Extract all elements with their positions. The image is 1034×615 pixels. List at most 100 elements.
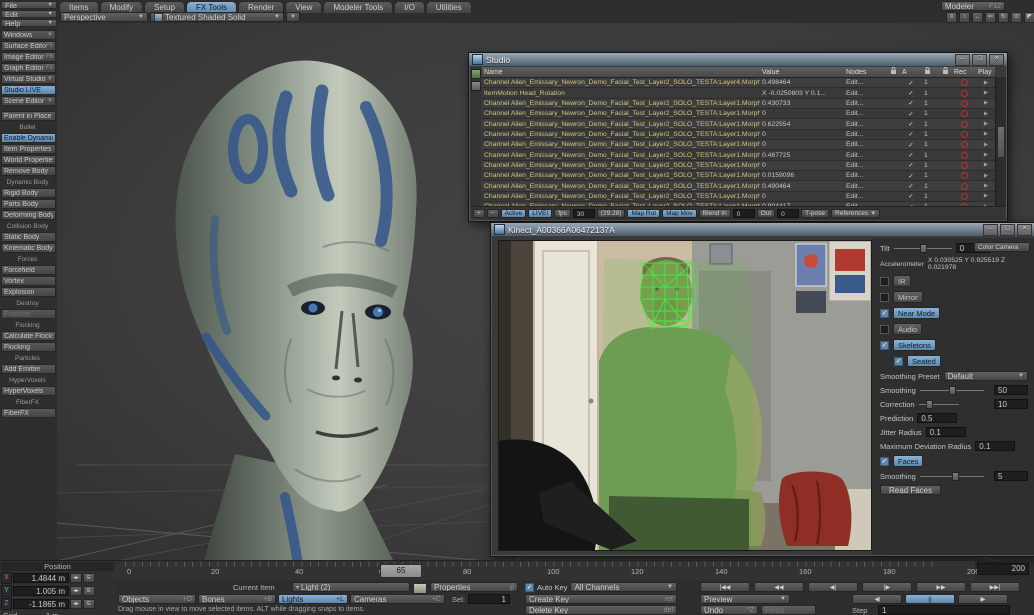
back-icon[interactable]: ← bbox=[972, 12, 983, 23]
maximize-button[interactable]: □ bbox=[1000, 224, 1015, 236]
edit-menu[interactable]: Edit▼ bbox=[1, 10, 57, 18]
nodes-edit-button[interactable]: Edit... bbox=[844, 110, 888, 117]
nodes-edit-button[interactable]: Edit... bbox=[844, 131, 888, 138]
sidebar-item-world-properties[interactable]: World Properties bbox=[1, 155, 56, 165]
record-icon[interactable] bbox=[961, 131, 968, 138]
sidebar-item-graph-editor[interactable]: Graph EditorF2 bbox=[1, 63, 56, 73]
sidebar-item-item-properties[interactable]: Item Properties bbox=[1, 144, 56, 154]
record-icon[interactable] bbox=[961, 162, 968, 169]
tab-utilities[interactable]: Utilities bbox=[426, 1, 472, 13]
select-cursor-icon[interactable]: ◤ bbox=[1024, 12, 1034, 23]
audio-toggle[interactable]: Audio bbox=[893, 323, 922, 335]
play-cell[interactable]: ▶ bbox=[976, 100, 996, 106]
tilt-slider[interactable] bbox=[894, 244, 952, 253]
scrollbar-thumb[interactable] bbox=[997, 126, 1005, 158]
play-icon[interactable]: ▶ bbox=[978, 193, 994, 199]
sidebar-item-flocking[interactable]: Flocking bbox=[1, 342, 56, 352]
ir-toggle[interactable]: IR bbox=[893, 275, 911, 287]
record-icon[interactable] bbox=[961, 172, 968, 179]
record-cell[interactable] bbox=[952, 79, 976, 86]
play-icon[interactable]: ▶ bbox=[978, 111, 994, 117]
play-icon[interactable]: ▶ bbox=[978, 100, 994, 106]
alien-head-model[interactable] bbox=[85, 39, 515, 564]
sidebar-item-surface-editor[interactable]: Surface EditorF5 bbox=[1, 41, 56, 51]
frame-slider-handle[interactable]: 65 bbox=[380, 564, 422, 578]
preview-dropdown[interactable]: Preview ▼ bbox=[700, 594, 790, 604]
go-first-frame-button[interactable]: |◀◀ bbox=[700, 582, 750, 592]
envelope-button[interactable]: E bbox=[83, 573, 95, 583]
footer-button-map-mov[interactable]: Map Mov bbox=[662, 209, 697, 218]
current-item-dropdown[interactable]: ▾ Light (2) bbox=[292, 582, 410, 592]
play-cell[interactable]: ▶ bbox=[976, 121, 996, 127]
pan-icon[interactable]: ↕ bbox=[959, 12, 970, 23]
lights-button[interactable]: Lights+L bbox=[278, 594, 348, 604]
play-icon[interactable]: ▶ bbox=[978, 183, 994, 189]
footer-field-30[interactable]: 30 bbox=[573, 209, 595, 218]
y-position-field[interactable]: 1.005 m bbox=[13, 586, 69, 596]
record-cell[interactable] bbox=[952, 162, 976, 169]
record-cell[interactable] bbox=[952, 172, 976, 179]
play-icon[interactable]: ▶ bbox=[978, 131, 994, 137]
record-icon[interactable] bbox=[961, 121, 968, 128]
footer-button-references[interactable]: References▼ bbox=[831, 209, 880, 218]
list-icon[interactable] bbox=[471, 81, 481, 91]
redo-arrow-icon[interactable]: ↻ bbox=[998, 12, 1009, 23]
next-frame-button[interactable]: |▶ bbox=[862, 582, 912, 592]
play-icon[interactable]: ▶ bbox=[978, 142, 994, 148]
prediction-field[interactable]: 0.5 bbox=[917, 413, 957, 423]
record-icon[interactable] bbox=[961, 183, 968, 190]
footer-button-out[interactable]: Out bbox=[757, 209, 775, 218]
auto-key-checkbox[interactable]: ✓ bbox=[525, 583, 534, 592]
footer-button-fps[interactable]: fps bbox=[554, 209, 571, 218]
seated-toggle[interactable]: Seated bbox=[907, 355, 941, 367]
correction-value-field[interactable]: 10 bbox=[994, 399, 1028, 409]
undo-arrow-icon[interactable]: ⇐ bbox=[985, 12, 996, 23]
record-icon[interactable] bbox=[961, 79, 968, 86]
nodes-edit-button[interactable]: Edit... bbox=[844, 172, 888, 179]
file-menu[interactable]: File▼ bbox=[1, 1, 57, 9]
prev-key-button[interactable]: ◀◀ bbox=[754, 582, 804, 592]
channel-row[interactable]: Channel Alien_Emissary_Newron_Demo_Facia… bbox=[482, 99, 995, 109]
tab-i-o[interactable]: I/O bbox=[394, 1, 425, 13]
sidebar-item-scene-editor[interactable]: Scene Editor▼ bbox=[1, 96, 56, 106]
sidebar-item-remove-body[interactable]: Remove Body bbox=[1, 166, 56, 176]
sidebar-item-studio-live[interactable]: Studio LIVE bbox=[1, 85, 56, 95]
envelope-button[interactable]: E bbox=[83, 586, 95, 596]
studio-scrollbar[interactable] bbox=[995, 77, 1006, 206]
bones-button[interactable]: Bones+B bbox=[198, 594, 276, 604]
footer-field-0[interactable]: 0 bbox=[777, 209, 799, 218]
timeline[interactable]: 020406080100120140160180200 65 bbox=[115, 560, 975, 580]
maximum-deviation-radius-field[interactable]: 0.1 bbox=[975, 441, 1015, 451]
ir-checkbox[interactable] bbox=[880, 277, 889, 286]
channel-row[interactable]: Channel Alien_Emissary_Newron_Demo_Facia… bbox=[482, 140, 995, 150]
nudge-spinner[interactable]: ◂▸ bbox=[70, 599, 82, 609]
near-mode-toggle[interactable]: Near Mode bbox=[893, 307, 940, 319]
channel-row[interactable]: Channel Alien_Emissary_Newron_Demo_Facia… bbox=[482, 171, 995, 181]
slider-handle[interactable] bbox=[949, 386, 956, 395]
footer-button-29-28[interactable]: (29.28) bbox=[597, 209, 626, 218]
channel-row[interactable]: Channel Alien_Emissary_Newron_Demo_Facia… bbox=[482, 130, 995, 140]
sidebar-item-hypervoxels[interactable]: HyperVoxels bbox=[1, 386, 56, 396]
faces-toggle[interactable]: Faces bbox=[893, 455, 923, 467]
sidebar-item-deforming-body[interactable]: Deforming Body bbox=[1, 210, 56, 220]
read-faces-button[interactable]: Read Faces bbox=[880, 485, 941, 495]
create-key-button[interactable]: Create Key ret bbox=[525, 594, 677, 604]
sidebar-item-static-body[interactable]: Static Body bbox=[1, 232, 56, 242]
smoothing-value-field[interactable]: 5 bbox=[994, 471, 1028, 481]
play-cell[interactable]: ▶ bbox=[976, 111, 996, 117]
sidebar-item-virtual-studio[interactable]: Virtual Studio▼ bbox=[1, 74, 56, 84]
redo-button[interactable]: Redo bbox=[761, 605, 816, 615]
sidebar-item-fiberfx[interactable]: FiberFX bbox=[1, 408, 56, 418]
sidebar-item-fracture[interactable]: Fracture bbox=[1, 309, 56, 319]
play-cell[interactable]: ▶ bbox=[976, 80, 996, 86]
play-cell[interactable]: ▶ bbox=[976, 142, 996, 148]
play-cell[interactable]: ▶ bbox=[976, 90, 996, 96]
play-icon[interactable]: ▶ bbox=[978, 173, 994, 179]
record-cell[interactable] bbox=[952, 141, 976, 148]
record-icon[interactable] bbox=[961, 100, 968, 107]
maximize-button[interactable]: □ bbox=[972, 54, 987, 66]
sidebar-item-explosion[interactable]: Explosion bbox=[1, 287, 56, 297]
help-menu[interactable]: Help▼ bbox=[1, 19, 57, 27]
channel-row[interactable]: Channel Alien_Emissary_Newron_Demo_Facia… bbox=[482, 78, 995, 88]
record-cell[interactable] bbox=[952, 152, 976, 159]
